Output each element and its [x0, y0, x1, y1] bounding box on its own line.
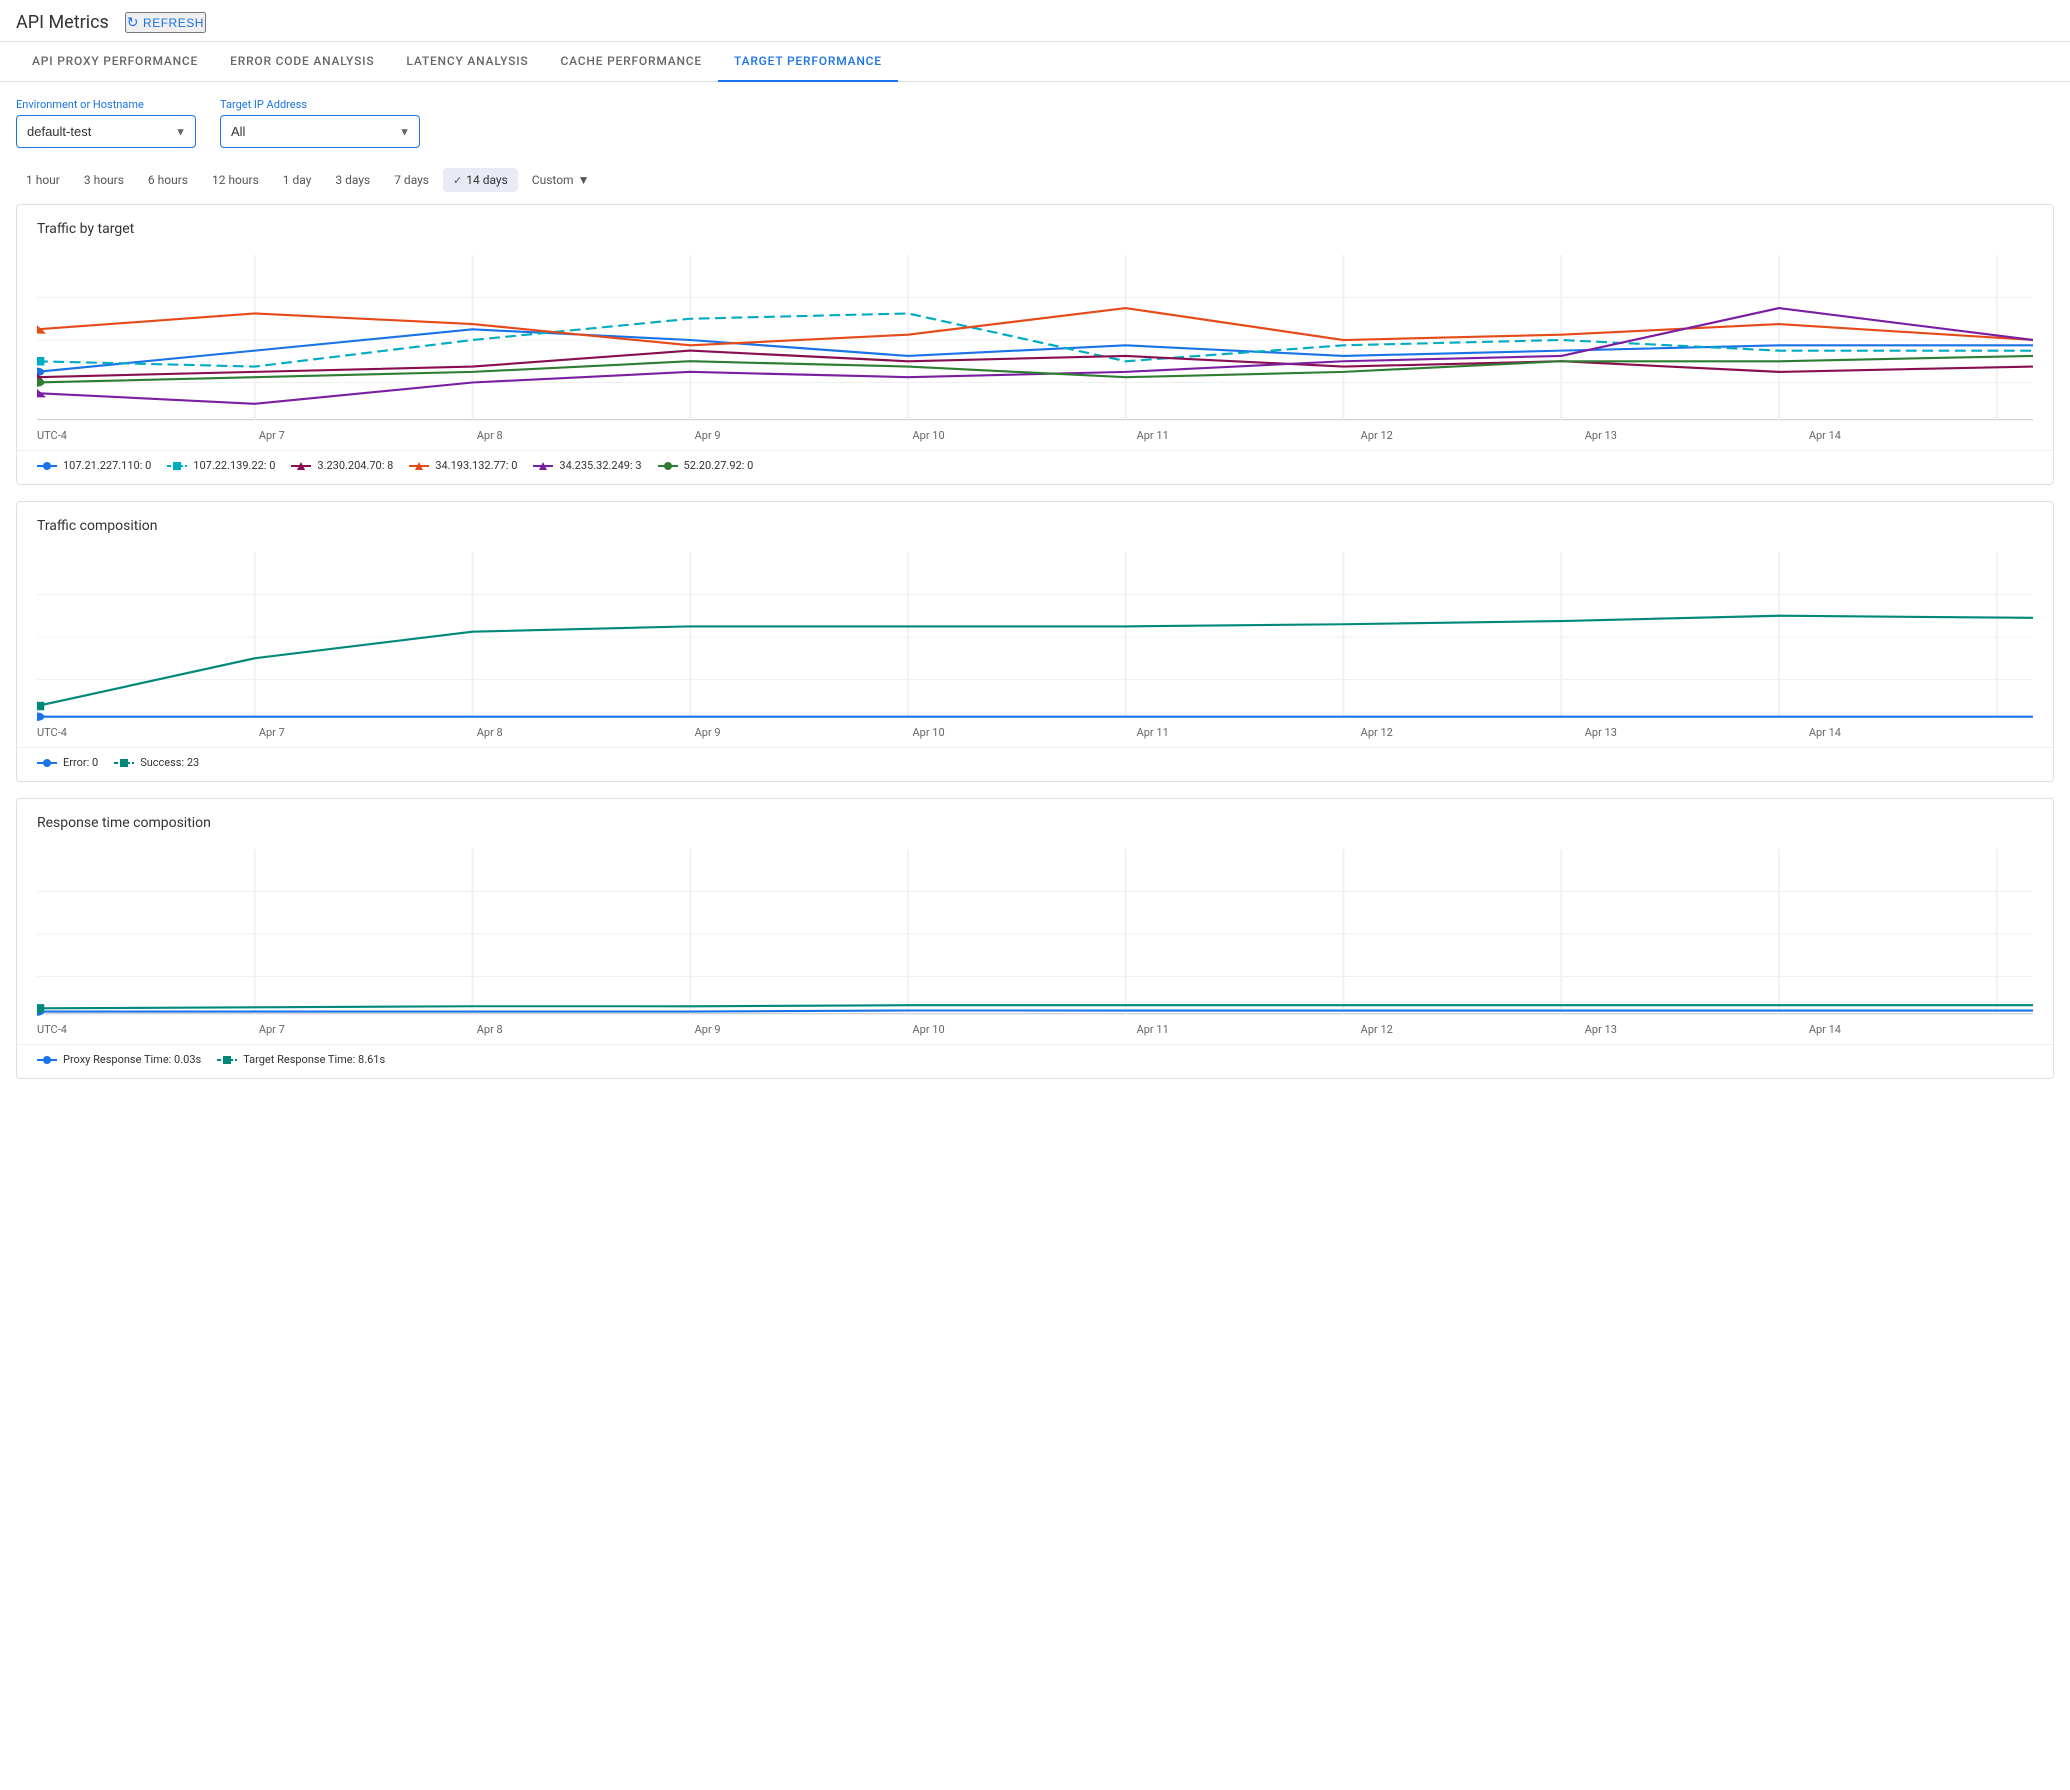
traffic-by-target-svg [37, 255, 2033, 425]
time-filter-12hours[interactable]: 12 hours [202, 168, 269, 192]
legend-item-6: 52.20.27.92: 0 [658, 459, 754, 472]
time-filter-3days[interactable]: 3 days [325, 168, 380, 192]
header: API Metrics ↻ REFRESH [0, 0, 2070, 42]
legend-target-response: Target Response Time: 8.61s [217, 1053, 385, 1066]
tab-latency[interactable]: LATENCY ANALYSIS [390, 42, 544, 82]
response-time-chart-area [17, 839, 2053, 1019]
time-filter-1hour[interactable]: 1 hour [16, 168, 70, 192]
time-filter-3hours[interactable]: 3 hours [74, 168, 134, 192]
legend-item-5: 34.235.32.249: 3 [533, 459, 641, 472]
time-filters: 1 hour 3 hours 6 hours 12 hours 1 day 3 … [0, 160, 2070, 204]
environment-select[interactable]: default-test prod staging [16, 115, 196, 148]
target-ip-control: Target IP Address All 107.21.227.110 107… [220, 98, 420, 148]
traffic-by-target-chart-area [17, 245, 2053, 425]
tabs-bar: API PROXY PERFORMANCE ERROR CODE ANALYSI… [0, 42, 2070, 82]
traffic-composition-chart-area [17, 542, 2053, 722]
traffic-composition-title: Traffic composition [17, 502, 2053, 542]
environment-select-wrapper: default-test prod staging ▼ [16, 115, 196, 148]
refresh-icon: ↻ [127, 14, 139, 31]
time-filter-7days[interactable]: 7 days [384, 168, 439, 192]
tab-error-code[interactable]: ERROR CODE ANALYSIS [214, 42, 390, 82]
time-filter-custom[interactable]: Custom ▼ [522, 168, 600, 192]
traffic-by-target-title: Traffic by target [17, 205, 2053, 245]
environment-control: Environment or Hostname default-test pro… [16, 98, 196, 148]
traffic-by-target-legend: 107.21.227.110: 0 107.22.139.22: 0 3.230… [17, 450, 2053, 484]
legend-error: Error: 0 [37, 756, 98, 769]
tab-target[interactable]: TARGET PERFORMANCE [718, 42, 898, 82]
legend-item-4: 34.193.132.77: 0 [409, 459, 517, 472]
legend-item-2: 107.22.139.22: 0 [167, 459, 275, 472]
time-filter-1day[interactable]: 1 day [273, 168, 322, 192]
time-filter-6hours[interactable]: 6 hours [138, 168, 198, 192]
environment-label: Environment or Hostname [16, 98, 196, 111]
refresh-button[interactable]: ↻ REFRESH [125, 12, 206, 33]
target-ip-select-wrapper: All 107.21.227.110 107.22.139.22 3.230.2… [220, 115, 420, 148]
response-time-title: Response time composition [17, 799, 2053, 839]
legend-success: Success: 23 [114, 756, 199, 769]
custom-dropdown-icon: ▼ [578, 173, 590, 187]
target-ip-label: Target IP Address [220, 98, 420, 111]
traffic-composition-svg [37, 552, 2033, 722]
controls-bar: Environment or Hostname default-test pro… [0, 82, 2070, 160]
time-filter-14days[interactable]: ✓ 14 days [443, 168, 518, 192]
response-time-legend: Proxy Response Time: 0.03s Target Respon… [17, 1044, 2053, 1078]
tab-cache[interactable]: CACHE PERFORMANCE [544, 42, 718, 82]
traffic-composition-section: Traffic composition UTC-4 Apr [16, 501, 2054, 782]
target-ip-select[interactable]: All 107.21.227.110 107.22.139.22 3.230.2… [220, 115, 420, 148]
tab-api-proxy[interactable]: API PROXY PERFORMANCE [16, 42, 214, 82]
response-time-svg [37, 849, 2033, 1019]
check-icon: ✓ [453, 174, 462, 187]
traffic-by-target-section: Traffic by target [16, 204, 2054, 485]
response-time-section: Response time composition UTC-4 [16, 798, 2054, 1079]
legend-proxy-response: Proxy Response Time: 0.03s [37, 1053, 201, 1066]
refresh-label: REFRESH [143, 16, 204, 30]
legend-item-3: 3.230.204.70: 8 [291, 459, 393, 472]
legend-item-1: 107.21.227.110: 0 [37, 459, 151, 472]
page-title: API Metrics [16, 12, 109, 33]
traffic-composition-legend: Error: 0 Success: 23 [17, 747, 2053, 781]
